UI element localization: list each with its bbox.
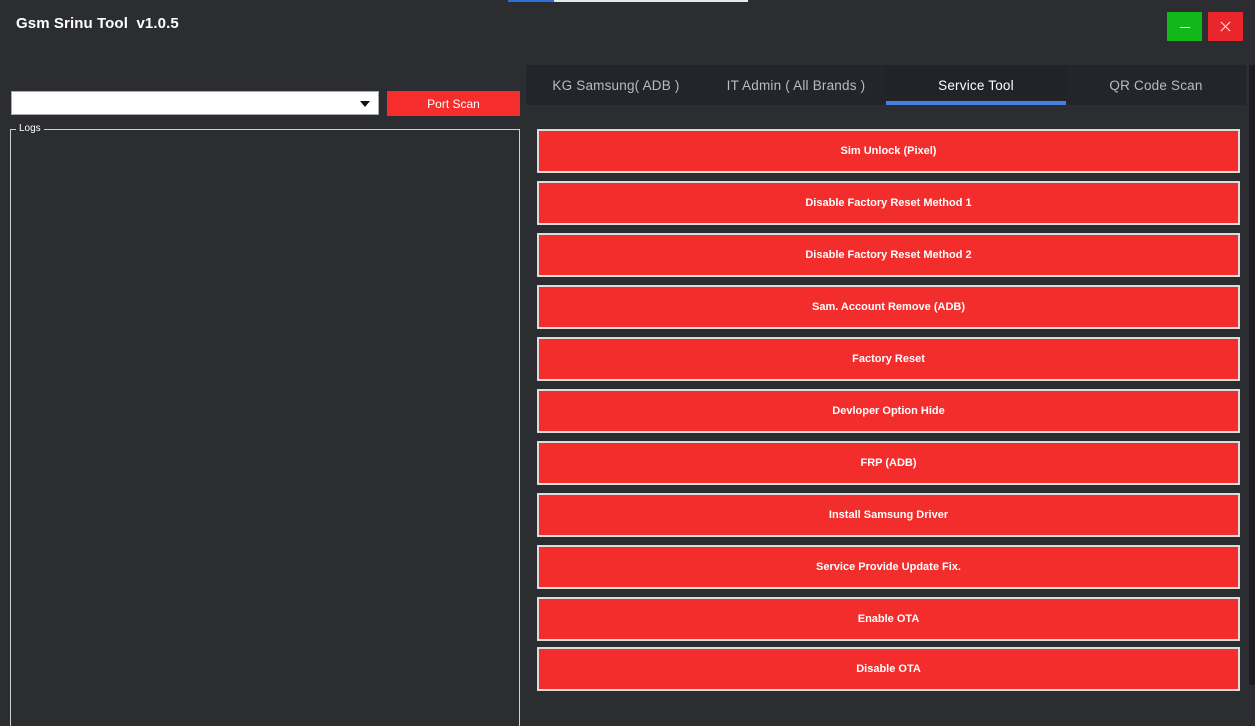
disable-factory-reset-method-1-button[interactable]: Disable Factory Reset Method 1	[537, 181, 1240, 225]
close-icon	[1220, 21, 1231, 32]
minimize-button[interactable]	[1167, 12, 1202, 41]
factory-reset-button[interactable]: Factory Reset	[537, 337, 1240, 381]
developer-option-hide-button[interactable]: Devloper Option Hide	[537, 389, 1240, 433]
frp-adb-button[interactable]: FRP (ADB)	[537, 441, 1240, 485]
enable-ota-button[interactable]: Enable OTA	[537, 597, 1240, 641]
tab-kg-samsung-adb[interactable]: KG Samsung( ADB )	[526, 65, 706, 105]
tab-qr-code-scan[interactable]: QR Code Scan	[1066, 65, 1246, 105]
sim-unlock-pixel-button[interactable]: Sim Unlock (Pixel)	[537, 129, 1240, 173]
close-button[interactable]	[1208, 12, 1243, 41]
sam-account-remove-adb-button[interactable]: Sam. Account Remove (ADB)	[537, 285, 1240, 329]
port-select-dropdown[interactable]	[11, 91, 379, 115]
logs-panel: Logs	[10, 123, 520, 726]
tab-service-tool[interactable]: Service Tool	[886, 65, 1066, 105]
window-title: Gsm Srinu Tool v1.0.5	[16, 15, 179, 32]
minimize-icon	[1179, 27, 1190, 28]
top-accent-highlight	[508, 0, 554, 2]
app-window: Gsm Srinu Tool v1.0.5 Port Scan Logs KG …	[0, 0, 1255, 726]
right-edge-strip	[1249, 65, 1255, 685]
chevron-down-icon	[360, 101, 370, 107]
disable-factory-reset-method-2-button[interactable]: Disable Factory Reset Method 2	[537, 233, 1240, 277]
tab-it-admin[interactable]: IT Admin ( All Brands )	[706, 65, 886, 105]
service-provide-update-fix-button[interactable]: Service Provide Update Fix.	[537, 545, 1240, 589]
logs-label: Logs	[16, 123, 44, 135]
top-accent-bar	[508, 0, 748, 2]
install-samsung-driver-button[interactable]: Install Samsung Driver	[537, 493, 1240, 537]
tab-bar: KG Samsung( ADB ) IT Admin ( All Brands …	[526, 65, 1246, 105]
disable-ota-button[interactable]: Disable OTA	[537, 647, 1240, 691]
port-scan-button[interactable]: Port Scan	[387, 91, 520, 116]
